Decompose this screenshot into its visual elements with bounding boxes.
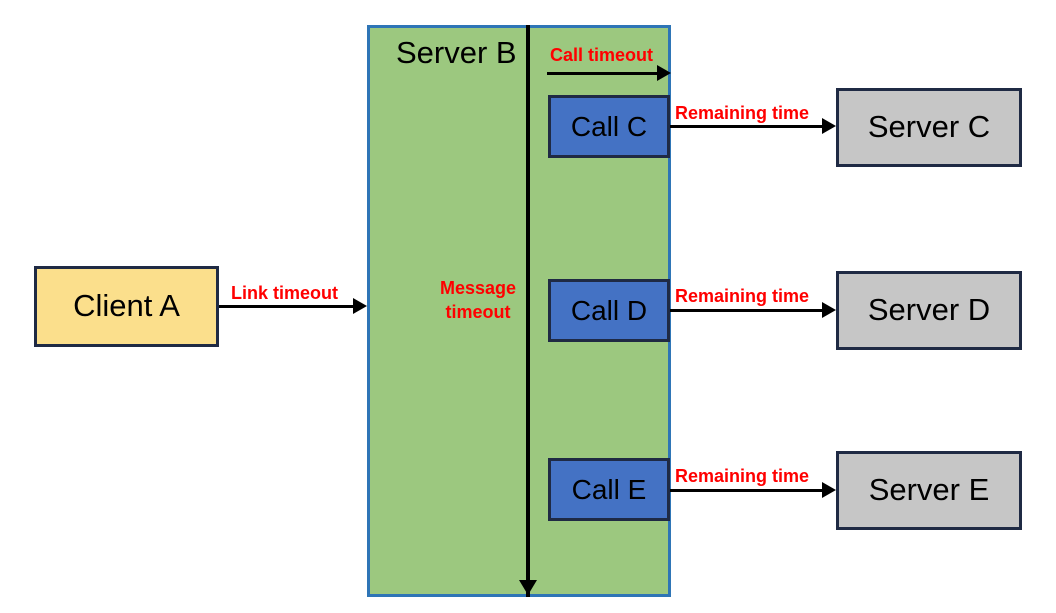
client-a-label: Client A [73,288,180,324]
server-c-box: Server C [836,88,1022,167]
call-timeout-arrowhead-icon [657,65,671,81]
remaining-time-e-arrowhead-icon [822,482,836,498]
remaining-time-c-line [670,125,822,128]
link-timeout-label: Link timeout [231,283,338,303]
server-e-label: Server E [868,472,990,508]
call-timeout-label: Call timeout [550,45,654,65]
message-timeout-line2: timeout [445,302,511,323]
server-d-label: Server D [867,292,991,328]
call-d-label: Call D [570,294,648,326]
remaining-time-d-label: Remaining time [675,286,810,306]
server-d-box: Server D [836,271,1022,350]
link-timeout-line [219,305,353,308]
diagram-canvas: Server B Client A Link timeout Message t… [0,0,1056,613]
remaining-time-e-line [670,489,822,492]
call-c-label: Call C [570,110,648,142]
message-timeout-line [527,25,530,585]
call-timeout-line [547,72,657,75]
remaining-time-c-arrowhead-icon [822,118,836,134]
remaining-time-e-label: Remaining time [675,466,810,486]
message-timeout-line1: Message [439,278,517,298]
server-e-box: Server E [836,451,1022,530]
call-d-box: Call D [548,279,670,342]
client-a-box: Client A [34,266,219,347]
message-timeout-label: Message timeout [432,276,524,325]
message-timeout-arrowhead-icon [519,580,537,595]
call-c-box: Call C [548,95,670,158]
link-timeout-arrowhead-icon [353,298,367,314]
call-e-box: Call E [548,458,670,521]
remaining-time-c-label: Remaining time [675,103,810,123]
server-c-label: Server C [867,109,991,145]
server-b-label: Server B [396,35,517,70]
remaining-time-d-line [670,309,822,312]
call-e-label: Call E [571,473,647,505]
remaining-time-d-arrowhead-icon [822,302,836,318]
